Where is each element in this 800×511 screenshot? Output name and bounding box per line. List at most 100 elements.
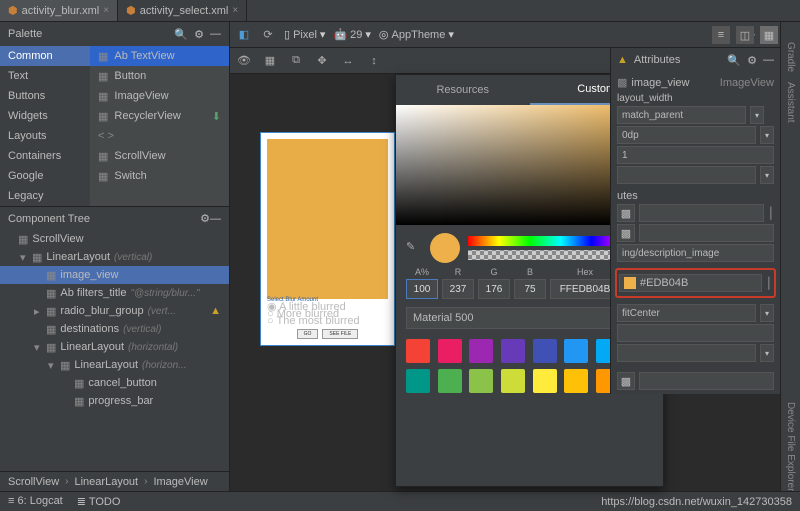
palette-item[interactable]: ▦Switch	[90, 166, 229, 186]
breadcrumb: ScrollView› LinearLayout› ImageView	[0, 471, 229, 491]
pan-icon[interactable]: ✥	[314, 53, 330, 69]
b-input[interactable]	[514, 279, 546, 299]
color-swatch[interactable]	[438, 339, 462, 363]
tree-row[interactable]: ▾▦LinearLayout (horizontal)	[0, 338, 229, 356]
orientation-icon[interactable]: ⟳	[260, 27, 276, 43]
palette-category[interactable]: Google	[0, 166, 90, 186]
search-icon[interactable]: 🔍	[174, 28, 188, 41]
palette-item[interactable]: ▦ImageView	[90, 86, 229, 106]
minimize-icon[interactable]: —	[210, 213, 221, 225]
eye-icon[interactable]: 👁	[236, 53, 252, 69]
theme-picker[interactable]: ◎ AppTheme ▾	[379, 28, 454, 41]
alpha-input[interactable]	[406, 279, 438, 299]
api-picker[interactable]: 🤖 29 ▾	[333, 28, 370, 41]
tree-row[interactable]: ▦cancel_button	[0, 374, 229, 392]
design-surface-icon[interactable]: ◧	[236, 27, 252, 43]
color-swatch[interactable]	[406, 339, 430, 363]
r-input[interactable]	[442, 279, 474, 299]
image-icon: ▩	[617, 76, 627, 89]
tree-row[interactable]: ▦Ab filters_title "@string/blur..."	[0, 284, 229, 302]
background-color-field[interactable]: #EDB04B	[619, 274, 762, 292]
expand-h-icon[interactable]: ↔	[340, 53, 356, 69]
close-icon[interactable]: ×	[232, 5, 238, 16]
palette-category[interactable]: Widgets	[0, 106, 90, 126]
component-tree: ▦ScrollView▾▦LinearLayout (vertical)▦ima…	[0, 230, 229, 471]
dropdown-icon[interactable]: ▾	[750, 106, 764, 124]
highlighted-color-attr: #EDB04B⎮	[615, 268, 776, 298]
color-swatch[interactable]	[406, 369, 430, 393]
tree-row[interactable]: ▾▦LinearLayout (vertical)	[0, 248, 229, 266]
gear-icon[interactable]: ⚙	[194, 28, 204, 41]
search-icon[interactable]: 🔍	[727, 54, 741, 67]
expand-v-icon[interactable]: ↕	[366, 53, 382, 69]
attr-field[interactable]: 1	[617, 146, 774, 164]
palette-category[interactable]: Legacy	[0, 186, 90, 206]
tree-row[interactable]: ▾▦LinearLayout (horizon...	[0, 356, 229, 374]
gradle-tab[interactable]: Gradle	[785, 42, 796, 72]
right-tool-strip: Gradle Assistant Device File Explorer	[780, 22, 800, 491]
todo-tab[interactable]: ≣ TODO	[77, 495, 121, 508]
palette-item[interactable]: ▦Ab TextView	[90, 46, 229, 66]
minimize-icon[interactable]: —	[210, 28, 221, 40]
palette-category[interactable]: Buttons	[0, 86, 90, 106]
palette-header: Palette 🔍 ⚙ —	[0, 22, 229, 46]
color-swatch[interactable]	[533, 339, 557, 363]
assistant-tab[interactable]: Assistant	[785, 82, 796, 123]
color-swatch[interactable]	[501, 369, 525, 393]
palette-category[interactable]: Containers	[0, 146, 90, 166]
design-toolbar: ◧ ⟳ ▯ Pixel ▾ 🤖 29 ▾ ◎ AppTheme ▾ » ▲	[230, 22, 780, 48]
design-preview[interactable]: Select Blur Amount ◉ A little blurred ○ …	[260, 132, 395, 346]
palette-item[interactable]: < >	[90, 126, 229, 146]
status-bar: ≡ 6: Logcat ≣ TODO https://blog.csdn.net…	[0, 491, 800, 511]
tab-activity-select[interactable]: ⬢activity_select.xml×	[118, 0, 247, 21]
view-mode-icon[interactable]: ◫	[736, 26, 754, 44]
view-mode-icon[interactable]: ≡	[712, 26, 730, 44]
palette-items: ▦Ab TextView▦Button▦ImageView▦RecyclerVi…	[90, 46, 229, 206]
gear-icon[interactable]: ⚙	[747, 54, 757, 67]
tree-row[interactable]: ▦progress_bar	[0, 392, 229, 410]
palette-category[interactable]: Common	[0, 46, 90, 66]
palette-item[interactable]: ▦RecyclerView⬇	[90, 106, 229, 126]
close-icon[interactable]: ×	[103, 5, 109, 16]
color-swatch[interactable]	[533, 369, 557, 393]
color-swatch[interactable]	[469, 339, 493, 363]
scale-type-field[interactable]: fitCenter	[617, 304, 756, 322]
color-swatch[interactable]	[564, 339, 588, 363]
image-icon[interactable]: ▩	[617, 224, 635, 242]
color-swatch[interactable]	[438, 369, 462, 393]
palette-category[interactable]: Layouts	[0, 126, 90, 146]
tab-resources[interactable]: Resources	[396, 75, 530, 105]
attr-field[interactable]	[617, 166, 756, 184]
tab-activity-blur[interactable]: ⬢activity_blur.xml×	[0, 0, 118, 21]
attributes-panel: ▲Attributes🔍⚙— ▩image_viewImageView layo…	[610, 48, 780, 394]
tree-row[interactable]: ▦image_view	[0, 266, 229, 284]
palette-item[interactable]: ▦ScrollView	[90, 146, 229, 166]
tree-row[interactable]: ▸▦radio_blur_group (vert...▲	[0, 302, 229, 320]
device-picker[interactable]: ▯ Pixel ▾	[284, 28, 325, 41]
image-icon[interactable]: ▩	[617, 204, 635, 222]
attr-field[interactable]: 0dp	[617, 126, 756, 144]
color-swatch[interactable]	[469, 369, 493, 393]
magnet-icon[interactable]: ⧉	[288, 53, 304, 69]
image-icon[interactable]: ▩	[617, 372, 635, 390]
blueprint-icon[interactable]: ▦	[262, 53, 278, 69]
color-swatch[interactable]	[501, 339, 525, 363]
current-color-swatch	[430, 233, 460, 263]
palette-categories: CommonTextButtonsWidgetsLayoutsContainer…	[0, 46, 90, 206]
minimize-icon[interactable]: —	[763, 54, 774, 66]
palette-item[interactable]: ▦Button	[90, 66, 229, 86]
view-mode-icon[interactable]: ▦	[760, 26, 778, 44]
palette-category[interactable]: Text	[0, 66, 90, 86]
layout-width-field[interactable]: match_parent	[617, 106, 746, 124]
gear-icon[interactable]: ⚙	[200, 213, 210, 225]
logcat-tab[interactable]: ≡ 6: Logcat	[8, 495, 63, 508]
tree-row[interactable]: ▦destinations (vertical)	[0, 320, 229, 338]
color-swatch[interactable]	[564, 369, 588, 393]
device-explorer-tab[interactable]: Device File Explorer	[785, 402, 796, 491]
eyedropper-icon[interactable]: ✎	[406, 240, 422, 256]
description-field[interactable]: ing/description_image	[617, 244, 774, 262]
warning-icon[interactable]: ▲	[617, 54, 628, 66]
url-watermark: https://blog.csdn.net/wuxin_142730358	[601, 496, 792, 508]
g-input[interactable]	[478, 279, 510, 299]
tree-row[interactable]: ▦ScrollView	[0, 230, 229, 248]
